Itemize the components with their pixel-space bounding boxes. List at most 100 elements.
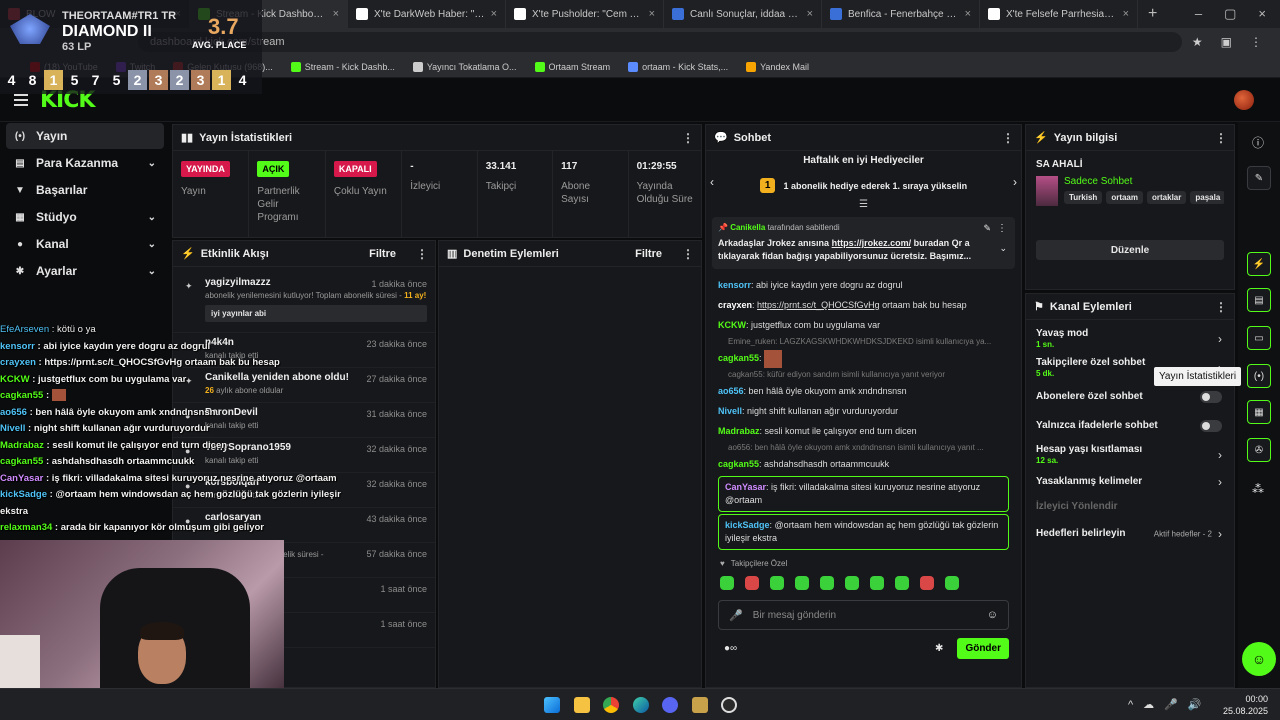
edit-button[interactable]: Düzenle	[1036, 240, 1224, 260]
bookmark-item[interactable]: ortaam - Kick Stats,...	[628, 61, 728, 72]
maximize-icon[interactable]: ▢	[1224, 6, 1236, 22]
obs-icon[interactable]	[721, 697, 737, 713]
chat-bubble-icon[interactable]: ▭	[1247, 326, 1271, 350]
emote-icon[interactable]	[795, 576, 809, 590]
pencil-icon[interactable]: ✎	[1247, 166, 1271, 190]
emote-icon[interactable]	[945, 576, 959, 590]
channel-action-row[interactable]: Yasaklanmış kelimeler ›	[1026, 469, 1234, 494]
close-tab-icon[interactable]: ×	[649, 8, 655, 20]
windows-start-icon[interactable]	[544, 697, 560, 713]
channel-action-row[interactable]: Yavaş mod 1 sn. ›	[1026, 324, 1234, 353]
star-icon[interactable]: ★	[1192, 35, 1203, 49]
browser-tab[interactable]: X'te Felsefe Parrhesia: "Depres ×	[980, 0, 1138, 28]
bookmark-item[interactable]: Yandex Mail	[746, 61, 809, 72]
toggle-switch[interactable]	[1200, 390, 1222, 403]
browser-tab[interactable]: Canlı Sonuçlar, iddaa sonuçları ×	[664, 0, 822, 28]
bookmark-item[interactable]: Stream - Kick Dashb...	[290, 61, 395, 72]
emote-icon[interactable]	[870, 576, 884, 590]
sidebar-item-para-kazanma[interactable]: ▤ Para Kazanma ⌄	[6, 150, 164, 176]
close-tab-icon[interactable]: ×	[333, 8, 339, 20]
support-button[interactable]: ☺	[1242, 642, 1276, 676]
more-options-icon[interactable]: ⋮	[682, 247, 694, 261]
chat-username[interactable]: cagkan55	[718, 353, 759, 363]
url-field[interactable]: dashboard.kick.com/stream	[138, 32, 1182, 52]
settings-icon[interactable]: ✱	[935, 643, 943, 654]
chevron-right-icon[interactable]: ›	[1218, 475, 1222, 489]
channel-action-row[interactable]: İzleyici Yönlendir	[1026, 494, 1234, 519]
hamburger-menu-icon[interactable]	[14, 94, 28, 106]
chrome-icon[interactable]	[603, 697, 619, 713]
more-options-icon[interactable]: ⋮	[1215, 131, 1227, 145]
category-name[interactable]: Sadece Sohbet	[1064, 176, 1224, 187]
close-tab-icon[interactable]: ×	[1123, 8, 1129, 20]
close-tab-icon[interactable]: ×	[491, 8, 497, 20]
chat-username[interactable]: kickSadge	[725, 520, 770, 530]
emoji-icon[interactable]: ☺	[987, 609, 998, 621]
edge-icon[interactable]	[633, 697, 649, 713]
unpin-icon[interactable]: ✎	[983, 223, 991, 234]
points-icon[interactable]: ●∞	[724, 643, 737, 654]
app-icon[interactable]	[692, 697, 708, 713]
browser-tab[interactable]: X'te Pusholder: "Cem Yılmaz'ın ×	[506, 0, 664, 28]
chat-username[interactable]: Madrabaz	[718, 426, 760, 436]
new-tab-icon[interactable]: +	[1138, 5, 1167, 23]
mic-icon[interactable]: 🎤	[729, 609, 743, 622]
lightning-icon[interactable]: ⚡	[1247, 252, 1271, 276]
prev-arrow-icon[interactable]: ‹	[710, 175, 714, 189]
channel-action-row[interactable]: Abonelere özel sohbet	[1026, 382, 1234, 411]
browser-tab[interactable]: Benfica - Fenerbahçe (27.08.20 ×	[822, 0, 980, 28]
activity-filter-button[interactable]: Filtre	[369, 248, 396, 260]
nodes-icon[interactable]: ⁂	[1252, 482, 1264, 496]
chevron-down-icon[interactable]: ⌄	[148, 212, 156, 223]
emote-icon[interactable]	[720, 576, 734, 590]
chat-link[interactable]: https://prnt.sc/t_QHOCSfGvHg	[757, 300, 880, 310]
emote-icon[interactable]	[745, 576, 759, 590]
more-options-icon[interactable]: ⋮	[416, 247, 428, 261]
tray-icons[interactable]: ^☁🎤🔊	[1128, 698, 1212, 711]
more-options-icon[interactable]: ⋮	[997, 223, 1007, 234]
chevron-right-icon[interactable]: ›	[1218, 448, 1222, 462]
info-circle-icon[interactable]: ⓘ	[1252, 134, 1264, 151]
minimize-icon[interactable]: –	[1195, 6, 1202, 22]
emote-icon[interactable]	[845, 576, 859, 590]
stream-tag[interactable]: paşala	[1190, 191, 1224, 204]
emote-icon[interactable]	[770, 576, 784, 590]
menu-icon[interactable]: ⋮	[1250, 35, 1262, 49]
stream-tag[interactable]: ortaklar	[1147, 191, 1187, 204]
category-thumbnail[interactable]	[1036, 176, 1058, 206]
sidebar-item-ayarlar[interactable]: ✱ Ayarlar ⌄	[6, 258, 164, 284]
profile-avatar[interactable]	[1234, 90, 1254, 110]
chat-username[interactable]: crayxen	[718, 300, 752, 310]
clipboard-icon[interactable]: ▤	[1247, 288, 1271, 312]
file-explorer-icon[interactable]	[574, 697, 590, 713]
emote-icon[interactable]	[895, 576, 909, 590]
sidebar-item-yayın[interactable]: (•) Yayın	[6, 123, 164, 149]
chat-username[interactable]: cagkan55	[718, 459, 759, 469]
wrench-icon[interactable]: ✇	[1247, 438, 1271, 462]
more-options-icon[interactable]: ⋮	[1215, 300, 1227, 314]
chat-username[interactable]: ao656	[718, 386, 744, 396]
chevron-down-icon[interactable]: ⌄	[148, 239, 156, 250]
pinned-link[interactable]: https://jrokez.com/	[832, 238, 912, 248]
sidebar-item-kanal[interactable]: ● Kanal ⌄	[6, 231, 164, 257]
chevron-down-icon[interactable]: ⌄	[148, 266, 156, 277]
chevron-down-icon[interactable]: ⌄	[148, 158, 156, 169]
next-arrow-icon[interactable]: ›	[1013, 175, 1017, 189]
bookmark-item[interactable]: Yayıncı Tokatlama O...	[412, 61, 517, 72]
close-tab-icon[interactable]: ×	[807, 8, 813, 20]
more-options-icon[interactable]: ⋮	[682, 131, 694, 145]
close-window-icon[interactable]: ×	[1258, 6, 1266, 22]
stream-tag[interactable]: Turkish	[1064, 191, 1103, 204]
emote-icon[interactable]	[820, 576, 834, 590]
chat-username[interactable]: KCKW	[718, 320, 746, 330]
channel-action-row[interactable]: Hesap yaşı kısıtlaması 12 sa. ›	[1026, 440, 1234, 469]
chat-username[interactable]: kensorr	[718, 280, 751, 290]
emote-icon[interactable]	[920, 576, 934, 590]
browser-tab[interactable]: X'te DarkWeb Haber: "Real Ma ×	[348, 0, 506, 28]
sidebar-item-stüdyo[interactable]: ▦ Stüdyo ⌄	[6, 204, 164, 230]
toggle-switch[interactable]	[1200, 419, 1222, 432]
channel-action-row[interactable]: Hedefleri belirleyin Aktif hedefler - 2 ›	[1026, 519, 1234, 548]
chevron-right-icon[interactable]: ›	[1218, 527, 1222, 541]
bookmark-item[interactable]: Ortaam Stream	[534, 61, 610, 72]
channel-action-row[interactable]: Yalnızca ifadelerle sohbet	[1026, 411, 1234, 440]
